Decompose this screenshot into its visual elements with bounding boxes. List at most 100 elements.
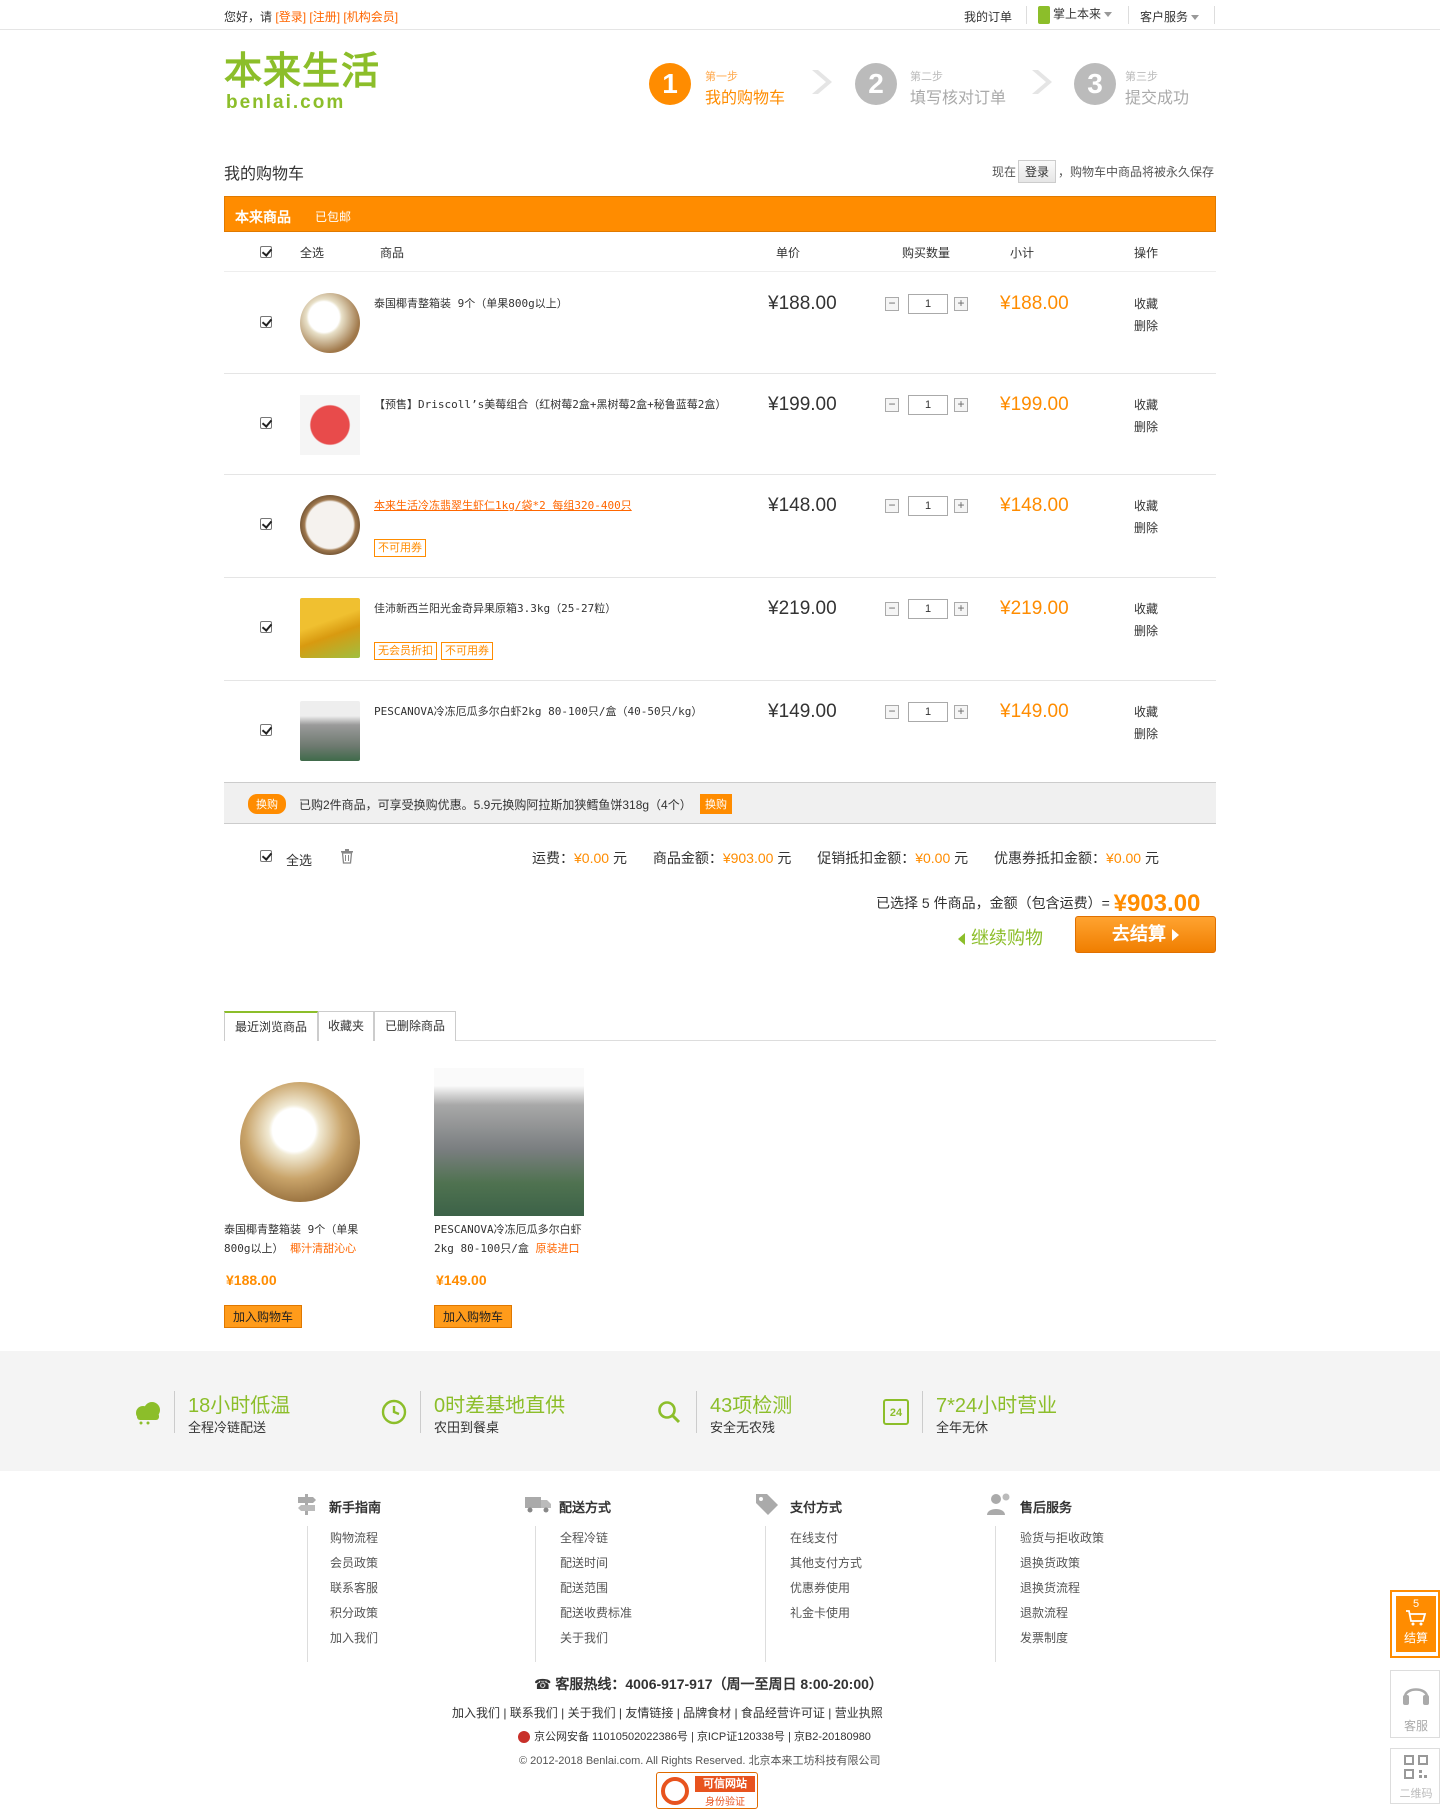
subtotal: ¥199.00	[1000, 394, 1069, 415]
delete-link[interactable]: 删除	[1134, 416, 1158, 438]
favorite-link[interactable]: 收藏	[1134, 394, 1158, 416]
footer-link[interactable]: 优惠券使用	[790, 1576, 862, 1601]
org-member-link[interactable]: [机构会员]	[343, 10, 398, 24]
footer-links[interactable]: 加入我们 | 联系我们 | 关于我们 | 友情链接 | 品牌食材 | 食品经营许…	[452, 1704, 883, 1721]
checkout-button[interactable]: 去结算	[1075, 916, 1216, 953]
product-image[interactable]	[300, 701, 360, 761]
product-name[interactable]: 【预售】Driscoll’s美莓组合（红树莓2盒+黑树莓2盒+秘鲁蓝莓2盒）	[374, 394, 734, 416]
favorite-link[interactable]: 收藏	[1134, 495, 1158, 517]
footer-link[interactable]: 联系客服	[330, 1576, 378, 1601]
qty-plus-button[interactable]: +	[954, 297, 968, 311]
footer-link[interactable]: 发票制度	[1020, 1626, 1104, 1651]
recent-product-image[interactable]	[434, 1068, 584, 1216]
footer-link[interactable]: 会员政策	[330, 1551, 378, 1576]
footer-link[interactable]: 退款流程	[1020, 1601, 1104, 1626]
qr-code-icon	[1404, 1755, 1428, 1779]
login-link[interactable]: [登录]	[275, 10, 306, 24]
footer-link[interactable]: 积分政策	[330, 1601, 378, 1626]
footer-col-links: 全程冷链 配送时间 配送范围 配送收费标准 关于我们	[560, 1526, 632, 1651]
qty-plus-button[interactable]: +	[954, 602, 968, 616]
qty-minus-button[interactable]: −	[885, 602, 899, 616]
product-name[interactable]: 本来生活冷冻翡翠生虾仁1kg/袋*2 每组320-400只	[374, 495, 734, 517]
product-image[interactable]	[300, 395, 360, 455]
delete-link[interactable]: 删除	[1134, 723, 1158, 745]
promo-button[interactable]: 换购	[700, 794, 732, 814]
step-2-number: 2	[855, 63, 897, 105]
favorite-link[interactable]: 收藏	[1134, 598, 1158, 620]
my-orders-link[interactable]: 我的订单	[964, 8, 1012, 25]
delete-link[interactable]: 删除	[1134, 517, 1158, 539]
footer-link[interactable]: 关于我们	[560, 1626, 632, 1651]
footer-link[interactable]: 退换货政策	[1020, 1551, 1104, 1576]
float-service-button[interactable]: 客服	[1390, 1670, 1440, 1738]
footer-link[interactable]: 加入我们	[330, 1626, 378, 1651]
footer-col-title: 新手指南	[329, 1500, 382, 1515]
recent-product-name[interactable]: 泰国椰青整箱装 9个（单果800g以上） 椰汁清甜沁心	[224, 1220, 384, 1258]
goods-value: ¥903.00	[722, 850, 774, 866]
item-checkbox[interactable]	[260, 316, 272, 328]
float-qr-button[interactable]: 二维码	[1390, 1748, 1440, 1804]
footer-link[interactable]: 在线支付	[790, 1526, 862, 1551]
divider	[535, 1526, 536, 1662]
delete-link[interactable]: 删除	[1134, 315, 1158, 337]
select-all-checkbox-bottom[interactable]	[260, 850, 272, 862]
qty-plus-button[interactable]: +	[954, 499, 968, 513]
product-name[interactable]: 泰国椰青整箱装 9个（单果800g以上）	[374, 293, 734, 315]
trash-icon[interactable]	[339, 848, 355, 864]
save-note: 现在 登录 ，购物车中商品将被永久保存	[992, 160, 1214, 183]
item-checkbox[interactable]	[260, 417, 272, 429]
logo-domain[interactable]: benlai.com	[226, 92, 345, 114]
product-image[interactable]	[300, 293, 360, 353]
qty-plus-button[interactable]: +	[954, 398, 968, 412]
qty-input[interactable]: 1	[908, 395, 948, 415]
recent-product-name[interactable]: PESCANOVA冷冻厄瓜多尔白虾2kg 80-100只/盒 原装进口	[434, 1220, 594, 1258]
register-link[interactable]: [注册]	[309, 10, 340, 24]
tab-recent[interactable]: 最近浏览商品	[224, 1011, 318, 1041]
float-cart-button[interactable]: 5 结算	[1390, 1590, 1440, 1658]
col-price: 单价	[776, 246, 801, 260]
trust-badge[interactable]: 可信网站 身份验证	[656, 1772, 758, 1809]
select-all-checkbox[interactable]	[260, 246, 272, 258]
qty-minus-button[interactable]: −	[885, 398, 899, 412]
footer-link[interactable]: 全程冷链	[560, 1526, 632, 1551]
add-to-cart-button[interactable]: 加入购物车	[434, 1305, 513, 1328]
col-select-all: 全选	[300, 246, 325, 260]
feature-title: 18小时低温	[188, 1395, 291, 1417]
favorite-link[interactable]: 收藏	[1134, 701, 1158, 723]
footer-link[interactable]: 验货与拒收政策	[1020, 1526, 1104, 1551]
login-button[interactable]: 登录	[1018, 160, 1057, 183]
continue-shopping-link[interactable]: 继续购物	[958, 924, 1043, 950]
logo-text[interactable]: 本来生活	[224, 52, 380, 92]
greeting: 您好，请 [登录] [注册] [机构会员]	[224, 8, 398, 25]
footer-link[interactable]: 购物流程	[330, 1526, 378, 1551]
favorite-link[interactable]: 收藏	[1134, 293, 1158, 315]
qty-plus-button[interactable]: +	[954, 705, 968, 719]
footer-link[interactable]: 配送范围	[560, 1576, 632, 1601]
footer-link[interactable]: 退换货流程	[1020, 1576, 1104, 1601]
qty-minus-button[interactable]: −	[885, 297, 899, 311]
qty-input[interactable]: 1	[908, 294, 948, 314]
footer-link[interactable]: 礼金卡使用	[790, 1601, 862, 1626]
qty-input[interactable]: 1	[908, 496, 948, 516]
tab-deleted[interactable]: 已删除商品	[374, 1011, 456, 1041]
delete-link[interactable]: 删除	[1134, 620, 1158, 642]
service-menu[interactable]: 客户服务	[1140, 8, 1200, 25]
product-image[interactable]	[300, 598, 360, 658]
qty-input[interactable]: 1	[908, 702, 948, 722]
mobile-menu[interactable]: 掌上本来	[1038, 5, 1113, 24]
footer-link[interactable]: 配送时间	[560, 1551, 632, 1576]
tab-favorites[interactable]: 收藏夹	[318, 1011, 374, 1041]
product-name[interactable]: PESCANOVA冷冻厄瓜多尔白虾2kg 80-100只/盒（40-50只/kg…	[374, 701, 734, 723]
footer-link[interactable]: 配送收费标准	[560, 1601, 632, 1626]
footer-link[interactable]: 其他支付方式	[790, 1551, 862, 1576]
qty-minus-button[interactable]: −	[885, 705, 899, 719]
item-checkbox[interactable]	[260, 724, 272, 736]
product-image[interactable]	[300, 495, 360, 555]
item-checkbox[interactable]	[260, 518, 272, 530]
item-checkbox[interactable]	[260, 621, 272, 633]
product-name[interactable]: 佳沛新西兰阳光金奇异果原箱3.3kg（25-27粒）	[374, 598, 734, 620]
add-to-cart-button[interactable]: 加入购物车	[224, 1305, 303, 1328]
qty-minus-button[interactable]: −	[885, 499, 899, 513]
qty-input[interactable]: 1	[908, 599, 948, 619]
recent-product-image[interactable]	[240, 1082, 360, 1202]
